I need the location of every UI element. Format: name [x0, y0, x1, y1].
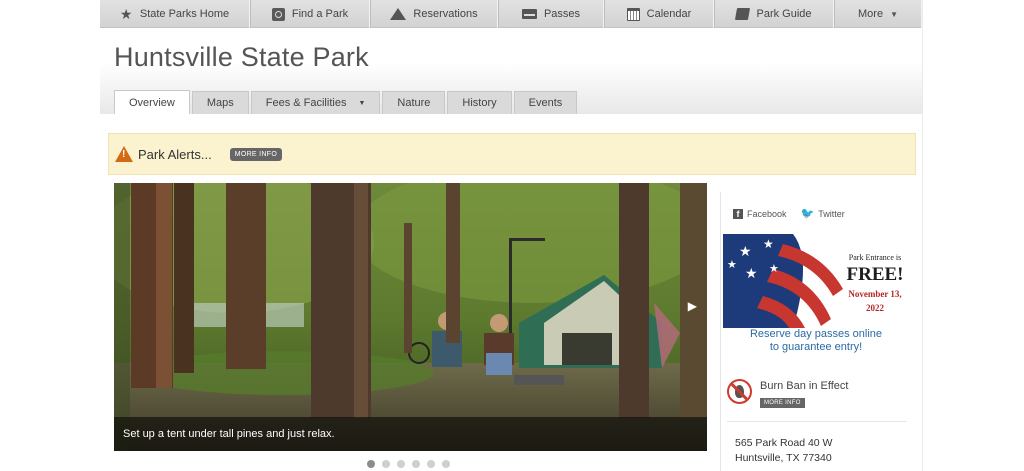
nav-label: State Parks Home	[139, 8, 230, 20]
slider-dot-4[interactable]	[412, 460, 420, 468]
park-tabs: Overview Maps Fees & Facilities ▼ Nature…	[114, 90, 578, 114]
social-links: f Facebook 🐦 Twitter	[733, 207, 845, 220]
nav-state-parks-home[interactable]: ★ State Parks Home	[100, 0, 250, 28]
promo-date-line2: 2022	[866, 303, 884, 313]
nav-label: Passes	[543, 8, 581, 20]
address-line2: Huntsville, TX 77340	[735, 452, 832, 464]
park-alerts-bar: Park Alerts... MORE INFO	[108, 133, 916, 175]
park-header: Huntsville State Park Overview Maps Fees…	[100, 29, 922, 114]
card-icon	[521, 9, 537, 19]
nav-calendar[interactable]: Calendar	[604, 0, 714, 28]
nav-label: Park Guide	[756, 8, 812, 20]
slider-dot-2[interactable]	[382, 460, 390, 468]
facebook-icon: f	[733, 208, 743, 219]
no-fire-icon	[727, 379, 752, 404]
page-container: ★ State Parks Home Find a Park Reservati…	[100, 0, 922, 471]
tab-fees-facilities[interactable]: Fees & Facilities ▼	[250, 91, 381, 114]
nav-label: Find a Park	[291, 8, 349, 20]
tab-nature[interactable]: Nature	[382, 91, 446, 114]
tent-icon	[390, 8, 407, 20]
search-icon	[271, 7, 285, 21]
nav-passes[interactable]: Passes	[498, 0, 604, 28]
reserve-day-passes-link[interactable]: Reserve day passes online to guarantee e…	[721, 328, 911, 354]
promo-text: Park Entrance is FREE! November 13, 2022	[841, 253, 909, 314]
campsite-photo	[114, 183, 707, 451]
nav-label: More	[858, 8, 884, 20]
park-address: 565 Park Road 40 W Huntsville, TX 77340	[735, 436, 832, 466]
right-sidebar: f Facebook 🐦 Twitter ★ ★ ★ ★ ★ Park Entr…	[720, 192, 910, 471]
twitter-icon: 🐦	[800, 208, 815, 220]
promo-date-line1: November 13,	[848, 289, 902, 299]
tab-label: Nature	[397, 97, 431, 109]
facebook-label: Facebook	[747, 208, 787, 219]
tab-label: Overview	[129, 96, 175, 109]
slide-caption-bar: Set up a tent under tall pines and just …	[114, 417, 707, 451]
calendar-icon	[626, 7, 640, 21]
burn-ban-notice: Burn Ban in Effect MORE INFO	[727, 376, 907, 422]
warning-icon	[115, 146, 133, 162]
slider-dot-5[interactable]	[427, 460, 435, 468]
twitter-label: Twitter	[818, 208, 845, 219]
tab-events[interactable]: Events	[513, 91, 578, 114]
book-icon	[735, 8, 751, 20]
next-slide-arrow[interactable]: ▶	[688, 299, 697, 313]
chevron-down-icon: ▼	[358, 99, 366, 107]
nav-park-guide[interactable]: Park Guide	[714, 0, 834, 28]
burn-ban-label: Burn Ban in Effect	[760, 380, 849, 392]
chevron-down-icon: ▼	[890, 9, 898, 19]
page-title: Huntsville State Park	[114, 42, 369, 72]
tab-history[interactable]: History	[447, 91, 512, 114]
slider-dot-1[interactable]	[367, 460, 375, 468]
tab-label: Maps	[206, 97, 234, 109]
slider-dots	[367, 460, 450, 468]
promo-free: FREE!	[846, 264, 904, 285]
alert-label: Park Alerts...	[138, 146, 212, 162]
page-margin-left	[0, 0, 100, 471]
promo-line1: Park Entrance is	[848, 253, 902, 262]
nav-reservations[interactable]: Reservations	[370, 0, 498, 28]
facebook-link[interactable]: f Facebook	[733, 207, 787, 220]
tab-overview[interactable]: Overview	[114, 90, 190, 114]
free-entrance-promo[interactable]: ★ ★ ★ ★ ★ Park Entrance is FREE! Novembe…	[723, 234, 909, 328]
alert-more-info-button[interactable]: MORE INFO	[229, 147, 283, 161]
top-navigation: ★ State Parks Home Find a Park Reservati…	[100, 0, 922, 28]
slider-dot-3[interactable]	[397, 460, 405, 468]
address-line1: 565 Park Road 40 W	[735, 437, 833, 449]
tab-label: Events	[528, 97, 563, 109]
star-icon: ★	[119, 5, 133, 22]
twitter-link[interactable]: 🐦 Twitter	[801, 207, 845, 220]
tab-label: History	[462, 97, 497, 109]
reserve-line2: to guarantee entry!	[769, 341, 863, 353]
svg-text:★: ★	[745, 265, 758, 281]
svg-text:★: ★	[769, 263, 779, 275]
nav-more[interactable]: More ▼	[834, 0, 922, 28]
burn-ban-more-info-button[interactable]: MORE INFO	[760, 398, 805, 408]
svg-text:★: ★	[763, 237, 774, 251]
reserve-line1: Reserve day passes online	[749, 328, 883, 340]
nav-find-a-park[interactable]: Find a Park	[250, 0, 370, 28]
nav-label: Reservations	[413, 8, 478, 20]
tab-maps[interactable]: Maps	[191, 91, 249, 114]
page-margin-right	[922, 0, 1024, 471]
nav-label: Calendar	[646, 8, 692, 20]
photo-slider[interactable]: ▶ Set up a tent under tall pines and jus…	[114, 183, 707, 451]
tab-label: Fees & Facilities	[265, 97, 347, 109]
svg-text:★: ★	[739, 243, 752, 259]
svg-text:★: ★	[727, 259, 737, 271]
slider-dot-6[interactable]	[442, 460, 450, 468]
slide-caption: Set up a tent under tall pines and just …	[123, 428, 335, 440]
